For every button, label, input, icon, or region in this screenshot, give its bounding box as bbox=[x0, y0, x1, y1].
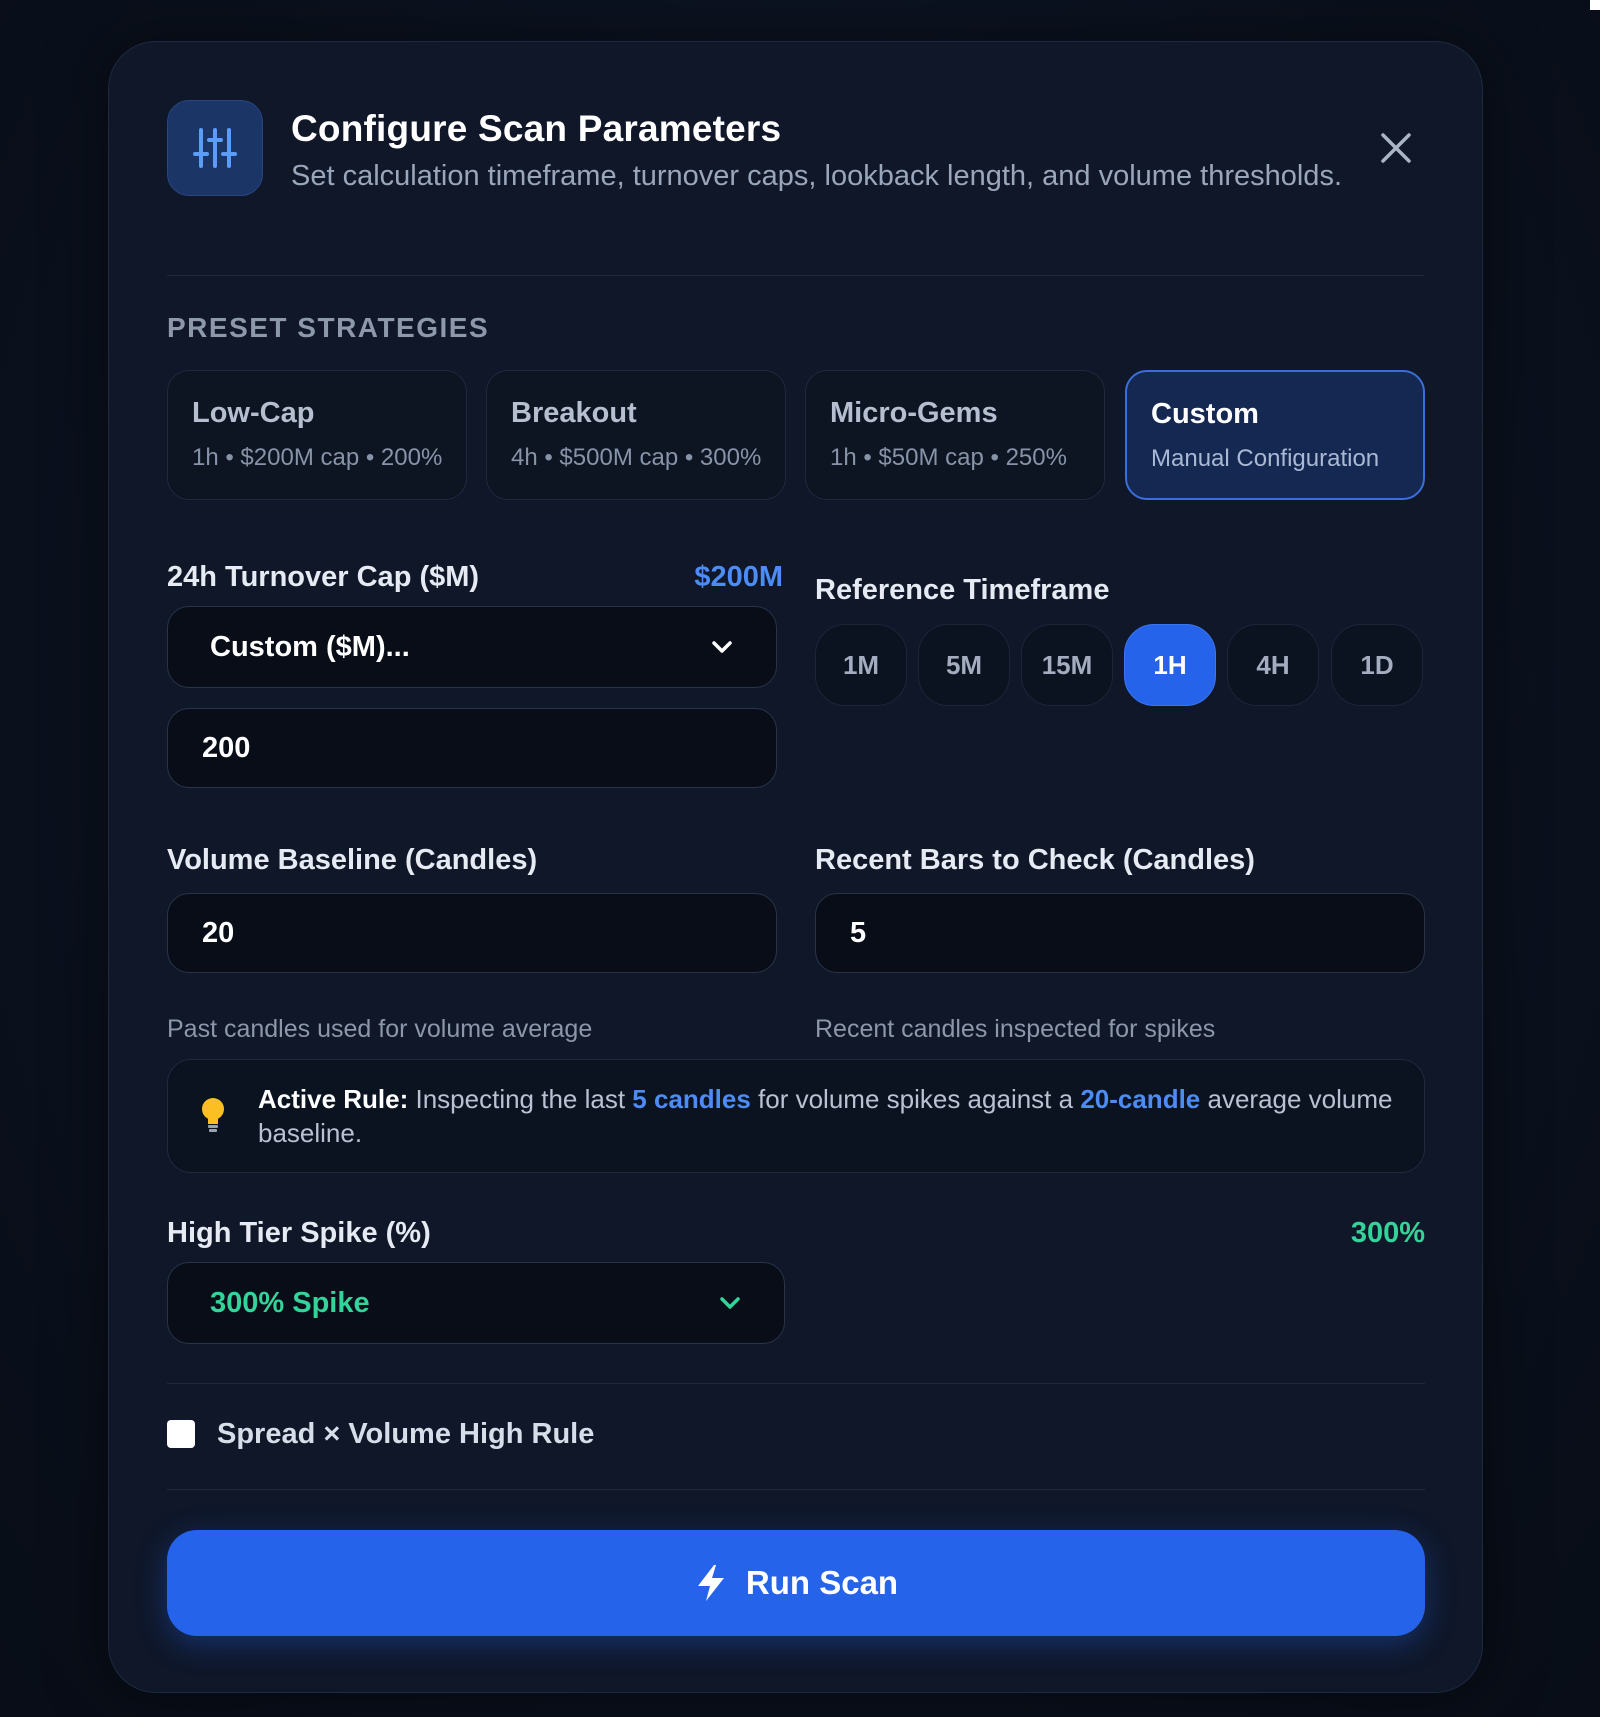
active-rule-text: Active Rule: Inspecting the last 5 candl… bbox=[258, 1082, 1394, 1150]
preset-desc: 1h • $200M cap • 200% bbox=[192, 444, 443, 471]
lightbulb-icon bbox=[198, 1096, 228, 1139]
preset-custom[interactable]: Custom Manual Configuration bbox=[1125, 370, 1425, 500]
close-button[interactable] bbox=[1368, 120, 1424, 176]
divider bbox=[167, 1383, 1425, 1384]
timeframe-5m[interactable]: 5M bbox=[918, 624, 1010, 706]
baseline-input[interactable]: 20 bbox=[167, 893, 777, 973]
close-icon bbox=[1381, 133, 1411, 163]
preset-name: Breakout bbox=[511, 397, 637, 429]
scan-config-modal: Configure Scan Parameters Set calculatio… bbox=[108, 41, 1483, 1693]
spread-volume-label: Spread × Volume High Rule bbox=[217, 1417, 595, 1450]
preset-desc: Manual Configuration bbox=[1151, 445, 1380, 472]
modal-header: Configure Scan Parameters Set calculatio… bbox=[167, 100, 1424, 276]
rule-text-2: for volume spikes against a bbox=[750, 1084, 1081, 1114]
spike-select[interactable]: 300% Spike bbox=[167, 1262, 785, 1344]
rule-baseline-count: 20-candle bbox=[1080, 1084, 1201, 1114]
modal-subtitle: Set calculation timeframe, turnover caps… bbox=[291, 160, 1342, 192]
chevron-down-icon bbox=[720, 1297, 740, 1309]
preset-name: Custom bbox=[1151, 398, 1259, 430]
preset-desc: 1h • $50M cap • 250% bbox=[830, 444, 1067, 471]
turnover-select-value: Custom ($M)... bbox=[210, 630, 410, 663]
chevron-down-icon bbox=[712, 641, 732, 653]
preset-section-label: PRESET STRATEGIES bbox=[167, 312, 490, 343]
timeframe-15m[interactable]: 15M bbox=[1021, 624, 1113, 706]
turnover-input[interactable]: 200 bbox=[167, 708, 777, 788]
baseline-hint: Past candles used for volume average bbox=[167, 1015, 593, 1043]
rule-recent-count: 5 candles bbox=[632, 1084, 751, 1114]
timeframe-1h[interactable]: 1H bbox=[1124, 624, 1216, 706]
turnover-label: 24h Turnover Cap ($M) bbox=[167, 561, 480, 593]
spread-volume-checkbox[interactable] bbox=[167, 1420, 195, 1448]
preset-name: Micro-Gems bbox=[830, 397, 998, 429]
preset-micro-gems[interactable]: Micro-Gems 1h • $50M cap • 250% bbox=[805, 370, 1105, 500]
timeframe-label: Reference Timeframe bbox=[815, 574, 1110, 606]
preset-strategies: Low-Cap 1h • $200M cap • 200% Breakout 4… bbox=[167, 370, 1425, 500]
rule-text-1: Inspecting the last bbox=[408, 1084, 633, 1114]
spike-select-value: 300% Spike bbox=[210, 1286, 370, 1319]
run-scan-label: Run Scan bbox=[745, 1564, 899, 1601]
preset-breakout[interactable]: Breakout 4h • $500M cap • 300% bbox=[486, 370, 786, 500]
recent-hint: Recent candles inspected for spikes bbox=[815, 1015, 1216, 1043]
preset-name: Low-Cap bbox=[192, 397, 315, 429]
baseline-label: Volume Baseline (Candles) bbox=[167, 844, 538, 876]
preset-desc: 4h • $500M cap • 300% bbox=[511, 444, 762, 471]
spike-value-tag: 300% bbox=[1350, 1217, 1425, 1249]
preset-low-cap[interactable]: Low-Cap 1h • $200M cap • 200% bbox=[167, 370, 467, 500]
active-rule-box: Active Rule: Inspecting the last 5 candl… bbox=[167, 1059, 1425, 1173]
recent-input[interactable]: 5 bbox=[815, 893, 1425, 973]
turnover-select[interactable]: Custom ($M)... bbox=[167, 606, 777, 688]
corner-mark bbox=[1590, 0, 1600, 10]
lightning-icon bbox=[697, 1565, 724, 1601]
timeframe-1d[interactable]: 1D bbox=[1331, 624, 1423, 706]
sliders-icon bbox=[167, 100, 263, 196]
timeframe-selector: 1M 5M 15M 1H 4H 1D bbox=[815, 624, 1425, 706]
run-scan-button[interactable]: Run Scan bbox=[167, 1530, 1425, 1636]
modal-title: Configure Scan Parameters bbox=[291, 108, 782, 149]
rule-prefix: Active Rule: bbox=[258, 1084, 409, 1114]
spike-label: High Tier Spike (%) bbox=[167, 1217, 431, 1249]
timeframe-4h[interactable]: 4H bbox=[1227, 624, 1319, 706]
turnover-value-tag: $200M bbox=[694, 561, 783, 593]
timeframe-1m[interactable]: 1M bbox=[815, 624, 907, 706]
divider bbox=[167, 1489, 1425, 1490]
spread-volume-rule-toggle[interactable]: Spread × Volume High Rule bbox=[167, 1414, 594, 1454]
recent-label: Recent Bars to Check (Candles) bbox=[815, 844, 1255, 876]
